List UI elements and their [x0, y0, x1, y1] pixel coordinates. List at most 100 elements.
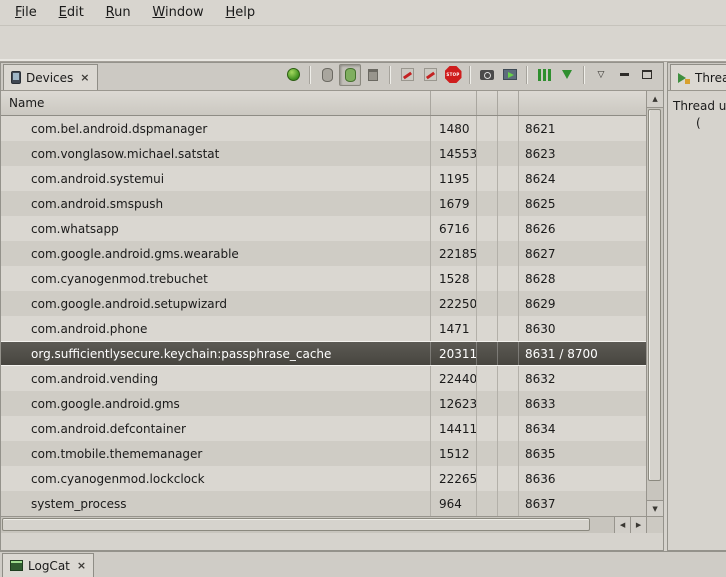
row-blank-cell-1	[477, 316, 498, 341]
logcat-tab-label: LogCat	[28, 559, 70, 573]
row-name-cell: com.android.phone	[1, 316, 431, 341]
row-port-cell: 8632	[519, 366, 646, 391]
table-row[interactable]: com.vonglasow.michael.satstat 14553 8623	[1, 141, 646, 166]
main-area: Devices × STOP ▽	[0, 62, 726, 551]
row-blank-cell-2	[498, 366, 519, 391]
toolbar-separator	[469, 66, 471, 84]
threads-tabbar: Threads ×	[668, 63, 726, 91]
devices-tab-close-icon[interactable]: ×	[78, 71, 89, 84]
menu-file[interactable]: File	[6, 0, 46, 24]
minimize-button[interactable]	[613, 64, 635, 86]
logcat-tab-close-icon[interactable]: ×	[75, 559, 86, 572]
screen-capture-button[interactable]	[476, 64, 498, 86]
row-blank-cell-1	[477, 416, 498, 441]
devices-toolbar: STOP ▽	[282, 62, 663, 90]
update-threads-button[interactable]	[396, 64, 418, 86]
menu-window[interactable]: Window	[143, 0, 212, 24]
method-profiling-icon	[424, 68, 437, 81]
logcat-tab-icon	[10, 560, 23, 571]
table-row[interactable]: system_process 964 8637	[1, 491, 646, 516]
row-port-cell: 8623	[519, 141, 646, 166]
column-header-pid[interactable]	[431, 91, 477, 115]
vertical-scrollbar-thumb[interactable]	[648, 109, 661, 481]
debug-button[interactable]	[282, 64, 304, 86]
devices-tab-label: Devices	[26, 71, 73, 85]
column-header-blank-1[interactable]	[477, 91, 498, 115]
scroll-right-button[interactable]: ▶	[630, 517, 646, 533]
row-port-cell: 8624	[519, 166, 646, 191]
stop-process-button[interactable]: STOP	[442, 64, 464, 86]
main-toolbar-strip	[0, 26, 726, 62]
devices-view: Devices × STOP ▽	[0, 62, 664, 551]
screen-record-button[interactable]	[499, 64, 521, 86]
row-port-cell: 8636	[519, 466, 646, 491]
row-pid-cell: 22185	[431, 241, 477, 266]
table-row[interactable]: com.whatsapp 6716 8626	[1, 216, 646, 241]
view-menu-button[interactable]: ▽	[590, 64, 612, 86]
horizontal-scrollbar[interactable]: ◀ ▶	[1, 516, 646, 533]
row-blank-cell-2	[498, 441, 519, 466]
scroll-up-icon: ▲	[652, 95, 657, 103]
row-blank-cell-2	[498, 241, 519, 266]
row-blank-cell-1	[477, 191, 498, 216]
table-row[interactable]: com.android.systemui 1195 8624	[1, 166, 646, 191]
table-row[interactable]: com.android.smspush 1679 8625	[1, 191, 646, 216]
row-port-cell: 8628	[519, 266, 646, 291]
table-row[interactable]: org.sufficientlysecure.keychain:passphra…	[1, 341, 646, 366]
menu-help[interactable]: Help	[217, 0, 265, 24]
table-row[interactable]: com.cyanogenmod.lockclock 22265 8636	[1, 466, 646, 491]
scroll-up-button[interactable]: ▲	[647, 91, 663, 108]
tab-devices[interactable]: Devices ×	[3, 64, 98, 90]
cause-gc-button[interactable]	[362, 64, 384, 86]
row-port-cell: 8633	[519, 391, 646, 416]
table-row[interactable]: com.android.phone 1471 8630	[1, 316, 646, 341]
dump-hprof-button[interactable]	[339, 64, 361, 86]
column-header-name[interactable]: Name	[1, 91, 431, 115]
row-pid-cell: 12623	[431, 391, 477, 416]
update-heap-button[interactable]	[316, 64, 338, 86]
tab-logcat[interactable]: LogCat ×	[2, 553, 94, 577]
menu-edit[interactable]: Edit	[50, 0, 93, 24]
row-port-cell: 8621	[519, 116, 646, 141]
row-blank-cell-2	[498, 191, 519, 216]
table-row[interactable]: com.google.android.gms 12623 8633	[1, 391, 646, 416]
row-name-cell: system_process	[1, 491, 431, 516]
scroll-left-button[interactable]: ◀	[614, 517, 630, 533]
table-row[interactable]: com.cyanogenmod.trebuchet 1528 8628	[1, 266, 646, 291]
table-row[interactable]: com.android.defcontainer 14411 8634	[1, 416, 646, 441]
row-pid-cell: 1480	[431, 116, 477, 141]
row-blank-cell-1	[477, 241, 498, 266]
thread-bars-button[interactable]	[533, 64, 555, 86]
dump-hprof-icon	[345, 68, 356, 82]
column-header-port[interactable]	[519, 91, 646, 115]
horizontal-scrollbar-thumb[interactable]	[2, 518, 590, 531]
vertical-scrollbar[interactable]: ▲ ▼	[646, 91, 663, 533]
row-blank-cell-1	[477, 491, 498, 516]
vertical-scrollbar-track[interactable]	[647, 108, 663, 500]
screen-record-icon	[503, 69, 517, 80]
row-name-cell: com.vonglasow.michael.satstat	[1, 141, 431, 166]
green-arrow-button[interactable]	[556, 64, 578, 86]
row-port-cell: 8631 / 8700	[519, 342, 646, 365]
menu-run[interactable]: Run	[97, 0, 140, 24]
scroll-right-icon: ▶	[636, 521, 641, 529]
row-pid-cell: 1528	[431, 266, 477, 291]
tab-threads[interactable]: Threads ×	[670, 64, 726, 90]
table-row[interactable]: com.android.vending 22440 8632	[1, 366, 646, 391]
table-row[interactable]: com.bel.android.dspmanager 1480 8621	[1, 116, 646, 141]
column-header-blank-2[interactable]	[498, 91, 519, 115]
device-table: Name com.bel.android.dspmanager 1480 862…	[1, 91, 663, 533]
toolbar-separator	[389, 66, 391, 84]
row-blank-cell-1	[477, 291, 498, 316]
table-row[interactable]: com.google.android.setupwizard 22250 862…	[1, 291, 646, 316]
row-blank-cell-2	[498, 141, 519, 166]
horizontal-scrollbar-track[interactable]	[1, 517, 614, 533]
maximize-button[interactable]	[636, 64, 658, 86]
toolbar-separator	[526, 66, 528, 84]
method-profiling-button[interactable]	[419, 64, 441, 86]
row-blank-cell-1	[477, 141, 498, 166]
row-port-cell: 8629	[519, 291, 646, 316]
table-row[interactable]: com.google.android.gms.wearable 22185 86…	[1, 241, 646, 266]
scroll-down-button[interactable]: ▼	[647, 500, 663, 516]
table-row[interactable]: com.tmobile.thememanager 1512 8635	[1, 441, 646, 466]
